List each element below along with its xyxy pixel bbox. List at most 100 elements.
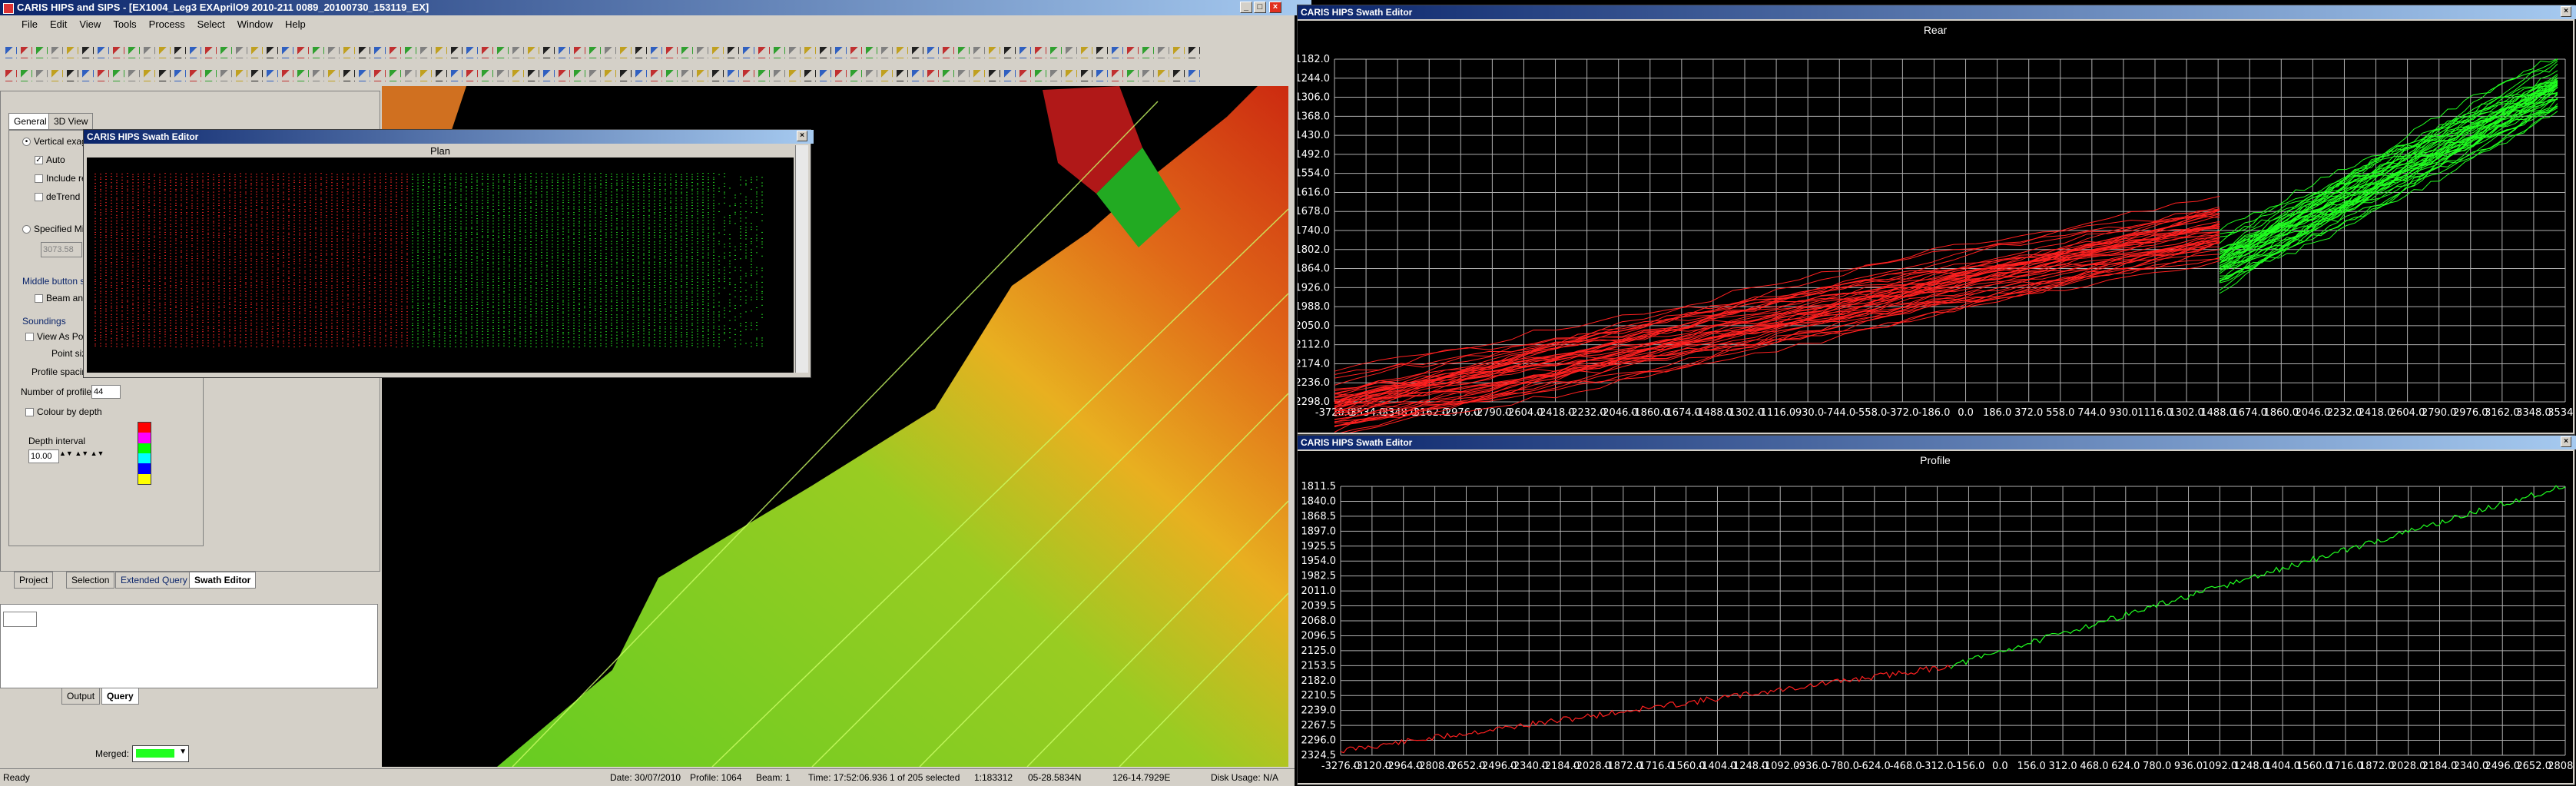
toolbar-tool-icon[interactable] xyxy=(604,69,616,81)
toolbar-tool-icon[interactable] xyxy=(834,46,847,58)
menu-tools[interactable]: Tools xyxy=(107,17,142,32)
toolbar-tool-icon[interactable] xyxy=(988,46,1000,58)
toolbar-tool-icon[interactable] xyxy=(1157,46,1169,58)
toolbar-tool-icon[interactable] xyxy=(97,69,109,81)
profile-close-button[interactable]: × xyxy=(2561,436,2571,447)
toolbar-tool-icon[interactable] xyxy=(635,46,647,58)
toolbar-tool-icon[interactable] xyxy=(927,46,939,58)
toolbar-tool-icon[interactable] xyxy=(466,46,478,58)
colour-by-depth-checkbox[interactable]: Colour by depth xyxy=(25,406,102,417)
toolbar-tool-icon[interactable] xyxy=(466,69,478,81)
toolbar-tool-icon[interactable] xyxy=(850,69,862,81)
specified-radio[interactable]: Specified Mi xyxy=(22,224,84,234)
toolbar-tool-icon[interactable] xyxy=(1126,46,1139,58)
toolbar-tool-icon[interactable] xyxy=(957,46,970,58)
toolbar-tool-icon[interactable] xyxy=(1126,69,1139,81)
tab-general[interactable]: General xyxy=(8,113,52,130)
toolbar-tool-icon[interactable] xyxy=(973,69,985,81)
depth-interval-spinners[interactable]: ▲▼ ▲▼ ▲▼ xyxy=(59,449,104,457)
toolbar-tool-icon[interactable] xyxy=(880,46,893,58)
toolbar-tool-icon[interactable] xyxy=(512,46,524,58)
toolbar-tool-icon[interactable] xyxy=(619,46,632,58)
toolbar-tool-icon[interactable] xyxy=(1188,46,1200,58)
toolbar-tool-icon[interactable] xyxy=(327,46,340,58)
maximize-button[interactable]: □ xyxy=(1254,2,1266,13)
toolbar-tool-icon[interactable] xyxy=(128,46,140,58)
toolbar-tool-icon[interactable] xyxy=(450,46,462,58)
toolbar-tool-icon[interactable] xyxy=(204,46,217,58)
toolbar-tool-icon[interactable] xyxy=(297,69,309,81)
main-title-bar[interactable]: CARIS HIPS and SIPS - [EX1004_Leg3 EXApr… xyxy=(0,0,1311,15)
toolbar-tool-icon[interactable] xyxy=(97,46,109,58)
toolbar-tool-icon[interactable] xyxy=(20,69,32,81)
toolbar-tool-icon[interactable] xyxy=(988,69,1000,81)
toolbar-tool-icon[interactable] xyxy=(896,69,908,81)
plan-scrollbar[interactable] xyxy=(795,145,808,373)
beam-checkbox[interactable]: Beam and xyxy=(35,293,88,303)
toolbar-tool-icon[interactable] xyxy=(358,46,370,58)
toolbar-tool-icon[interactable] xyxy=(66,69,78,81)
plan-title-bar[interactable]: CARIS HIPS Swath Editor × xyxy=(84,130,814,144)
menu-view[interactable]: View xyxy=(73,17,107,32)
toolbar-tool-icon[interactable] xyxy=(1080,46,1092,58)
toolbar-tool-icon[interactable] xyxy=(773,69,785,81)
toolbar-tool-icon[interactable] xyxy=(957,69,970,81)
menu-help[interactable]: Help xyxy=(279,17,312,32)
toolbar-tool-icon[interactable] xyxy=(1003,69,1016,81)
toolbar-tool-icon[interactable] xyxy=(696,69,708,81)
profile-title-bar[interactable]: CARIS HIPS Swath Editor × xyxy=(1298,436,2576,449)
toolbar-tool-icon[interactable] xyxy=(496,46,509,58)
toolbar-tool-icon[interactable] xyxy=(1049,46,1062,58)
toolbar-tool-icon[interactable] xyxy=(788,46,801,58)
toolbar-tool-icon[interactable] xyxy=(435,46,447,58)
toolbar-tool-icon[interactable] xyxy=(788,69,801,81)
toolbar-tool-icon[interactable] xyxy=(527,46,539,58)
toolbar-tool-icon[interactable] xyxy=(128,69,140,81)
toolbar-tool-icon[interactable] xyxy=(358,69,370,81)
toolbar-tool-icon[interactable] xyxy=(343,46,355,58)
toolbar-tool-icon[interactable] xyxy=(635,69,647,81)
toolbar-tool-icon[interactable] xyxy=(696,46,708,58)
menu-select[interactable]: Select xyxy=(191,17,231,32)
toolbar-tool-icon[interactable] xyxy=(880,69,893,81)
toolbar-tool-icon[interactable] xyxy=(527,69,539,81)
toolbar-tool-icon[interactable] xyxy=(973,46,985,58)
menu-file[interactable]: File xyxy=(15,17,44,32)
toolbar-tool-icon[interactable] xyxy=(804,46,816,58)
toolbar-tool-icon[interactable] xyxy=(1157,69,1169,81)
toolbar-tool-icon[interactable] xyxy=(573,46,585,58)
toolbar-tool-icon[interactable] xyxy=(665,69,678,81)
tab-output[interactable]: Output xyxy=(61,688,101,705)
toolbar-tool-icon[interactable] xyxy=(1034,46,1046,58)
toolbar-tool-icon[interactable] xyxy=(174,46,186,58)
toolbar-tool-icon[interactable] xyxy=(158,69,171,81)
toolbar-tool-icon[interactable] xyxy=(496,69,509,81)
toolbar-tool-icon[interactable] xyxy=(189,46,201,58)
toolbar-tool-icon[interactable] xyxy=(81,46,94,58)
toolbar-tool-icon[interactable] xyxy=(604,46,616,58)
toolbar-tool-icon[interactable] xyxy=(235,69,247,81)
toolbar-tool-icon[interactable] xyxy=(389,46,401,58)
toolbar-tool-icon[interactable] xyxy=(189,69,201,81)
toolbar-tool-icon[interactable] xyxy=(1019,46,1031,58)
toolbar-tool-icon[interactable] xyxy=(1096,46,1108,58)
toolbar-tool-icon[interactable] xyxy=(220,69,232,81)
menu-edit[interactable]: Edit xyxy=(44,17,73,32)
toolbar-tool-icon[interactable] xyxy=(1080,69,1092,81)
toolbar-tool-icon[interactable] xyxy=(373,46,386,58)
toolbar-tool-icon[interactable] xyxy=(1172,69,1185,81)
toolbar-tool-icon[interactable] xyxy=(281,69,293,81)
toolbar-tool-icon[interactable] xyxy=(51,46,63,58)
plan-close-button[interactable]: × xyxy=(797,131,807,141)
minimize-button[interactable]: _ xyxy=(1240,2,1252,13)
toolbar-tool-icon[interactable] xyxy=(250,46,263,58)
toolbar-tool-icon[interactable] xyxy=(1003,46,1016,58)
toolbar-tool-icon[interactable] xyxy=(174,69,186,81)
toolbar-tool-icon[interactable] xyxy=(204,69,217,81)
toolbar-tool-icon[interactable] xyxy=(619,69,632,81)
tab-query[interactable]: Query xyxy=(101,688,139,705)
toolbar-tool-icon[interactable] xyxy=(542,46,555,58)
toolbar-tool-icon[interactable] xyxy=(235,46,247,58)
toolbar-tool-icon[interactable] xyxy=(558,69,570,81)
toolbar-tool-icon[interactable] xyxy=(758,69,770,81)
